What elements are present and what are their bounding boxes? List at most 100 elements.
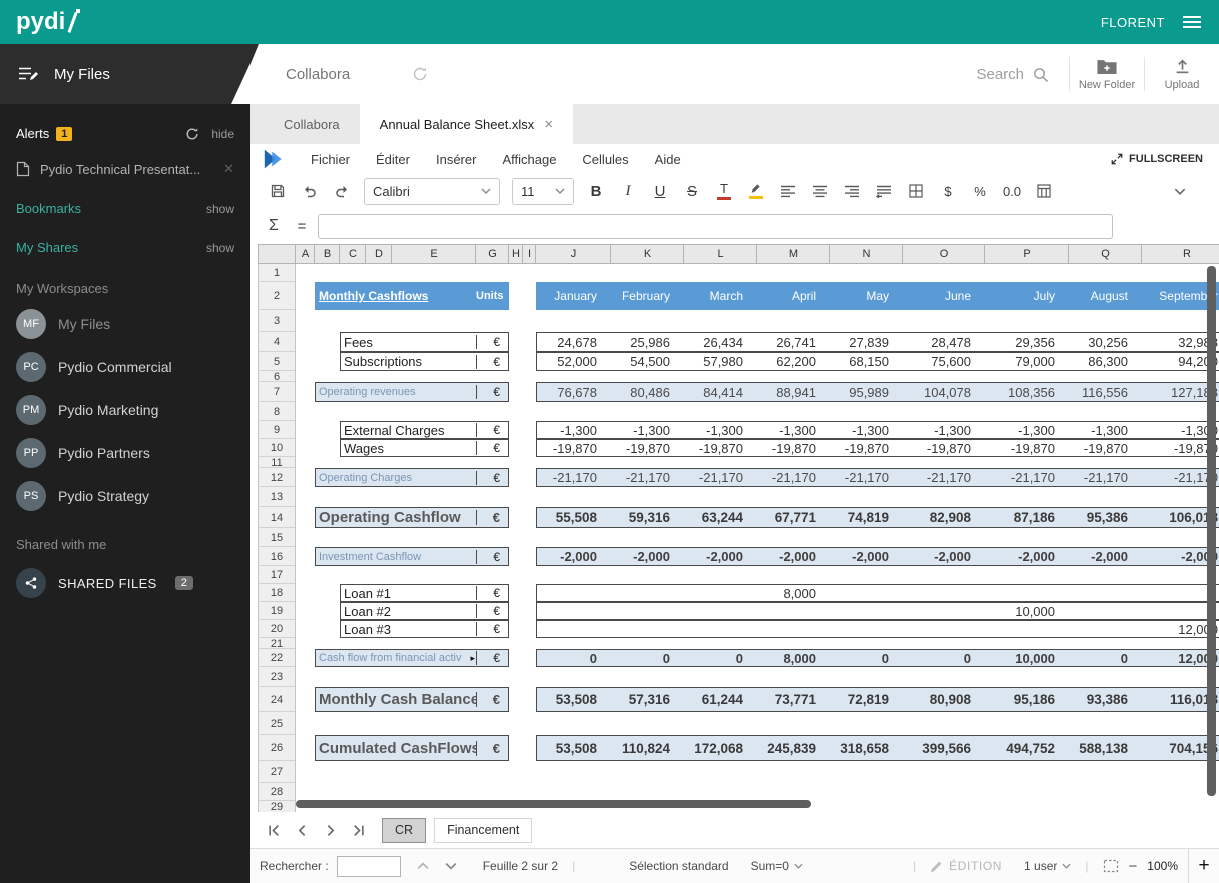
spreadsheet-cell[interactable]: -19,870 [1069,439,1142,457]
row-header-5[interactable]: 5 [258,352,296,371]
spreadsheet-cell[interactable]: 95,989 [830,382,903,402]
workspace-item-ps[interactable]: PS Pydio Strategy [16,481,234,511]
sheet-tab-cr[interactable]: CR [382,817,427,843]
row-body[interactable] [296,264,1219,282]
spreadsheet-cell[interactable]: 76,678 [536,382,611,402]
sum-function-button[interactable]: Σ [262,217,286,235]
first-sheet-button[interactable] [262,819,286,841]
spreadsheet-cell[interactable] [903,584,985,602]
refresh-alerts-icon[interactable] [185,127,199,141]
spreadsheet-cell[interactable]: 0 [684,649,757,667]
spreadsheet-cell[interactable]: -19,870 [757,439,830,457]
row-header-6[interactable]: 6 [258,371,296,383]
font-size-select[interactable]: 11 [512,177,574,205]
align-left-button[interactable] [775,178,801,204]
grid-corner[interactable] [258,244,296,264]
spreadsheet-cell[interactable] [611,584,684,602]
spreadsheet-cell[interactable]: -19,870 [830,439,903,457]
spreadsheet-cell[interactable]: -2,000 [684,547,757,566]
spreadsheet-cell[interactable]: 67,771 [757,507,830,528]
spreadsheet-cell[interactable]: May [830,282,903,310]
column-header-A[interactable]: A [296,244,315,264]
spreadsheet-cell[interactable]: 87,186 [985,507,1069,528]
equals-function-button[interactable]: = [294,218,310,235]
row-body[interactable]: Fees €24,678 25,986 26,434 26,741 27,839 28,47… [296,332,1219,352]
spreadsheet-cell[interactable]: -21,170 [757,468,830,487]
menu-insérer[interactable]: Insérer [423,152,489,167]
column-header-M[interactable]: M [757,244,830,264]
row-body[interactable] [296,761,1219,783]
spreadsheet-cell[interactable]: -2,000 [830,547,903,566]
row-body[interactable]: Cumulated CashFlows €53,508 110,824 172,068… [296,735,1219,761]
spreadsheet-cell[interactable]: 54,500 [611,352,684,371]
row-header-7[interactable]: 7 [258,382,296,402]
row-body[interactable]: Cash flow from financial activ ▸ €0 0 0 8,000… [296,649,1219,667]
spreadsheet-cell[interactable]: 53,508 [536,735,611,761]
row-header-21[interactable]: 21 [258,638,296,650]
spreadsheet-cell[interactable]: 59,316 [611,507,684,528]
menu-fichier[interactable]: Fichier [298,152,363,167]
bold-button[interactable]: B [583,178,609,204]
row-body[interactable] [296,667,1219,687]
spreadsheet-cell[interactable]: -21,170 [1069,468,1142,487]
column-header-Q[interactable]: Q [1069,244,1142,264]
percent-format-button[interactable]: % [967,178,993,204]
row-body[interactable]: Wages € -19,870 -19,870 -19,870 -19,870 -19,87… [296,439,1219,457]
spreadsheet-cell[interactable]: 79,000 [985,352,1069,371]
spreadsheet-cell[interactable]: January [536,282,611,310]
zoom-in-button[interactable]: + [1188,849,1219,883]
zoom-level[interactable]: 100% [1147,859,1178,873]
row-body[interactable]: Loan #3 €12,000 [296,620,1219,638]
row-body[interactable]: Operating revenues €76,678 80,486 84,414 88,… [296,382,1219,402]
row-body[interactable] [296,712,1219,735]
selection-area-icon[interactable] [1103,859,1119,873]
row-header-18[interactable]: 18 [258,584,296,602]
row-header-27[interactable]: 27 [258,761,296,783]
spreadsheet-cell[interactable]: 29,356 [985,332,1069,352]
spreadsheet-cell[interactable]: -21,170 [611,468,684,487]
underline-button[interactable]: U [647,178,673,204]
workspace-item-pp[interactable]: PP Pydio Partners [16,438,234,468]
font-color-button[interactable]: T [711,178,737,204]
font-name-select[interactable]: Calibri [364,177,500,205]
spreadsheet-cell[interactable]: -1,300 [985,421,1069,439]
spreadsheet-cell[interactable]: June [903,282,985,310]
horizontal-scrollbar[interactable] [296,800,811,808]
spreadsheet-cell[interactable]: -1,300 [1069,421,1142,439]
spreadsheet-cell[interactable]: -1,300 [611,421,684,439]
my-shares-show-button[interactable]: show [206,241,234,255]
spreadsheet-cell[interactable] [830,620,903,638]
row-label-block[interactable]: Investment Cashflow € [315,547,509,566]
spreadsheet-cell[interactable]: 53,508 [536,687,611,712]
spreadsheet-cell[interactable] [985,620,1069,638]
spreadsheet-cell[interactable]: -19,870 [985,439,1069,457]
spreadsheet-cell[interactable]: 8,000 [757,584,830,602]
search-input[interactable]: Search [976,66,1049,83]
row-body[interactable]: Operating Charges € -21,170 -21,170 -21,170-… [296,468,1219,487]
menu-affichage[interactable]: Affichage [489,152,569,167]
spreadsheet-cell[interactable]: -19,870 [903,439,985,457]
users-dropdown[interactable]: 1 user [1024,859,1071,873]
row-header-28[interactable]: 28 [258,783,296,801]
spreadsheet-cell[interactable]: 318,658 [830,735,903,761]
tab-annual-balance-sheet-xlsx[interactable]: Annual Balance Sheet.xlsx × [359,104,574,144]
spreadsheet-cell[interactable]: 0 [903,649,985,667]
row-label-block[interactable]: Cash flow from financial activ ▸ € [315,649,509,667]
prev-sheet-button[interactable] [290,819,314,841]
spreadsheet-cell[interactable] [830,602,903,620]
column-header-R[interactable]: R [1142,244,1219,264]
spreadsheet-cell[interactable]: -19,870 [536,439,611,457]
row-header-23[interactable]: 23 [258,667,296,687]
spreadsheet-cell[interactable]: 27,839 [830,332,903,352]
row-label-block[interactable]: Monthly Cash Balance € [315,687,509,712]
spreadsheet-cell[interactable]: 399,566 [903,735,985,761]
spreadsheet-cell[interactable]: April [757,282,830,310]
redo-button[interactable] [329,178,355,204]
find-next-button[interactable] [445,862,457,870]
alert-file-item[interactable]: Pydio Technical Presentat... ✕ [0,161,250,177]
spreadsheet-cell[interactable] [536,602,611,620]
workspace-item-mf[interactable]: MF My Files [16,309,234,339]
column-header-P[interactable]: P [985,244,1069,264]
spreadsheet-cell[interactable]: 25,986 [611,332,684,352]
spreadsheet-cell[interactable]: 72,819 [830,687,903,712]
